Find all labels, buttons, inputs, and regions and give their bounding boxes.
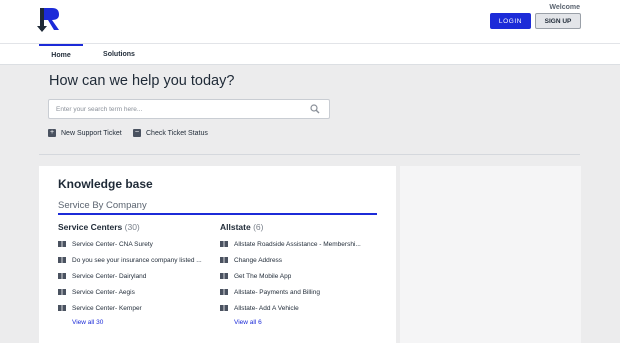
article-title: Do you see your insurance company listed…	[72, 256, 202, 264]
book-icon	[58, 257, 66, 263]
article-title: Get The Mobile App	[234, 272, 292, 280]
folder-count: (30)	[124, 222, 140, 232]
book-icon	[58, 289, 66, 295]
category-underline	[58, 213, 377, 215]
tab-solutions[interactable]: Solutions	[97, 44, 141, 65]
view-all-link[interactable]: View all 6	[234, 319, 370, 326]
signup-button[interactable]: SIGN UP	[535, 13, 581, 29]
article-title: Allstate- Payments and Billing	[234, 288, 320, 296]
article-link[interactable]: Allstate- Add A Vehicle	[220, 300, 370, 316]
side-panel	[400, 166, 581, 343]
top-header: Welcome LOGIN SIGN UP	[0, 0, 620, 44]
article-title: Change Address	[234, 256, 283, 264]
welcome-text: Welcome	[549, 4, 580, 11]
category-title[interactable]: Service By Company	[58, 200, 147, 211]
book-icon	[220, 305, 228, 311]
page-title: How can we help you today?	[49, 73, 235, 89]
search-icon[interactable]	[310, 104, 320, 114]
folder-heading[interactable]: Allstate (6)	[220, 222, 370, 236]
book-icon	[58, 273, 66, 279]
section-divider	[39, 154, 580, 155]
ticket-status-icon: ~	[133, 129, 141, 137]
knowledge-base-card: Knowledge base Service By Company Servic…	[39, 166, 396, 343]
article-link[interactable]: Service Center- Aegis	[58, 284, 208, 300]
folder-service-centers: Service Centers (30) Service Center- CNA…	[58, 222, 208, 326]
article-link[interactable]: Service Center- Kemper	[58, 300, 208, 316]
article-title: Service Center- Aegis	[72, 288, 135, 296]
article-link[interactable]: Change Address	[220, 252, 370, 268]
company-logo[interactable]	[37, 7, 63, 33]
book-icon	[220, 273, 228, 279]
article-link[interactable]: Do you see your insurance company listed…	[58, 252, 208, 268]
new-ticket-link[interactable]: + New Support Ticket	[48, 128, 122, 138]
login-button[interactable]: LOGIN	[490, 13, 531, 29]
check-status-label: Check Ticket Status	[146, 129, 208, 137]
new-ticket-label: New Support Ticket	[61, 129, 122, 137]
plus-icon: +	[48, 129, 56, 137]
article-link[interactable]: Allstate Roadside Assistance - Membershi…	[220, 236, 370, 252]
book-icon	[58, 305, 66, 311]
article-link[interactable]: Service Center- Dairyland	[58, 268, 208, 284]
search-placeholder: Enter your search term here...	[56, 106, 143, 113]
folder-allstate: Allstate (6) Allstate Roadside Assistanc…	[220, 222, 370, 326]
book-icon	[220, 257, 228, 263]
folder-count: (6)	[253, 222, 264, 232]
main-nav: Home Solutions	[0, 44, 620, 65]
book-icon	[220, 241, 228, 247]
article-title: Service Center- CNA Surety	[72, 240, 153, 248]
folder-heading[interactable]: Service Centers (30)	[58, 222, 208, 236]
article-title: Allstate- Add A Vehicle	[234, 304, 299, 312]
check-status-link[interactable]: ~ Check Ticket Status	[133, 128, 208, 138]
article-title: Allstate Roadside Assistance - Membershi…	[234, 240, 361, 248]
folder-name: Allstate	[220, 222, 251, 232]
folder-name: Service Centers	[58, 222, 123, 232]
article-link[interactable]: Service Center- CNA Surety	[58, 236, 208, 252]
search-input[interactable]: Enter your search term here...	[48, 99, 330, 119]
knowledge-base-title: Knowledge base	[58, 177, 153, 191]
view-all-link[interactable]: View all 30	[72, 319, 208, 326]
article-title: Service Center- Kemper	[72, 304, 142, 312]
article-link[interactable]: Get The Mobile App	[220, 268, 370, 284]
article-title: Service Center- Dairyland	[72, 272, 147, 280]
tab-home[interactable]: Home	[39, 44, 83, 65]
book-icon	[58, 241, 66, 247]
book-icon	[220, 289, 228, 295]
article-link[interactable]: Allstate- Payments and Billing	[220, 284, 370, 300]
